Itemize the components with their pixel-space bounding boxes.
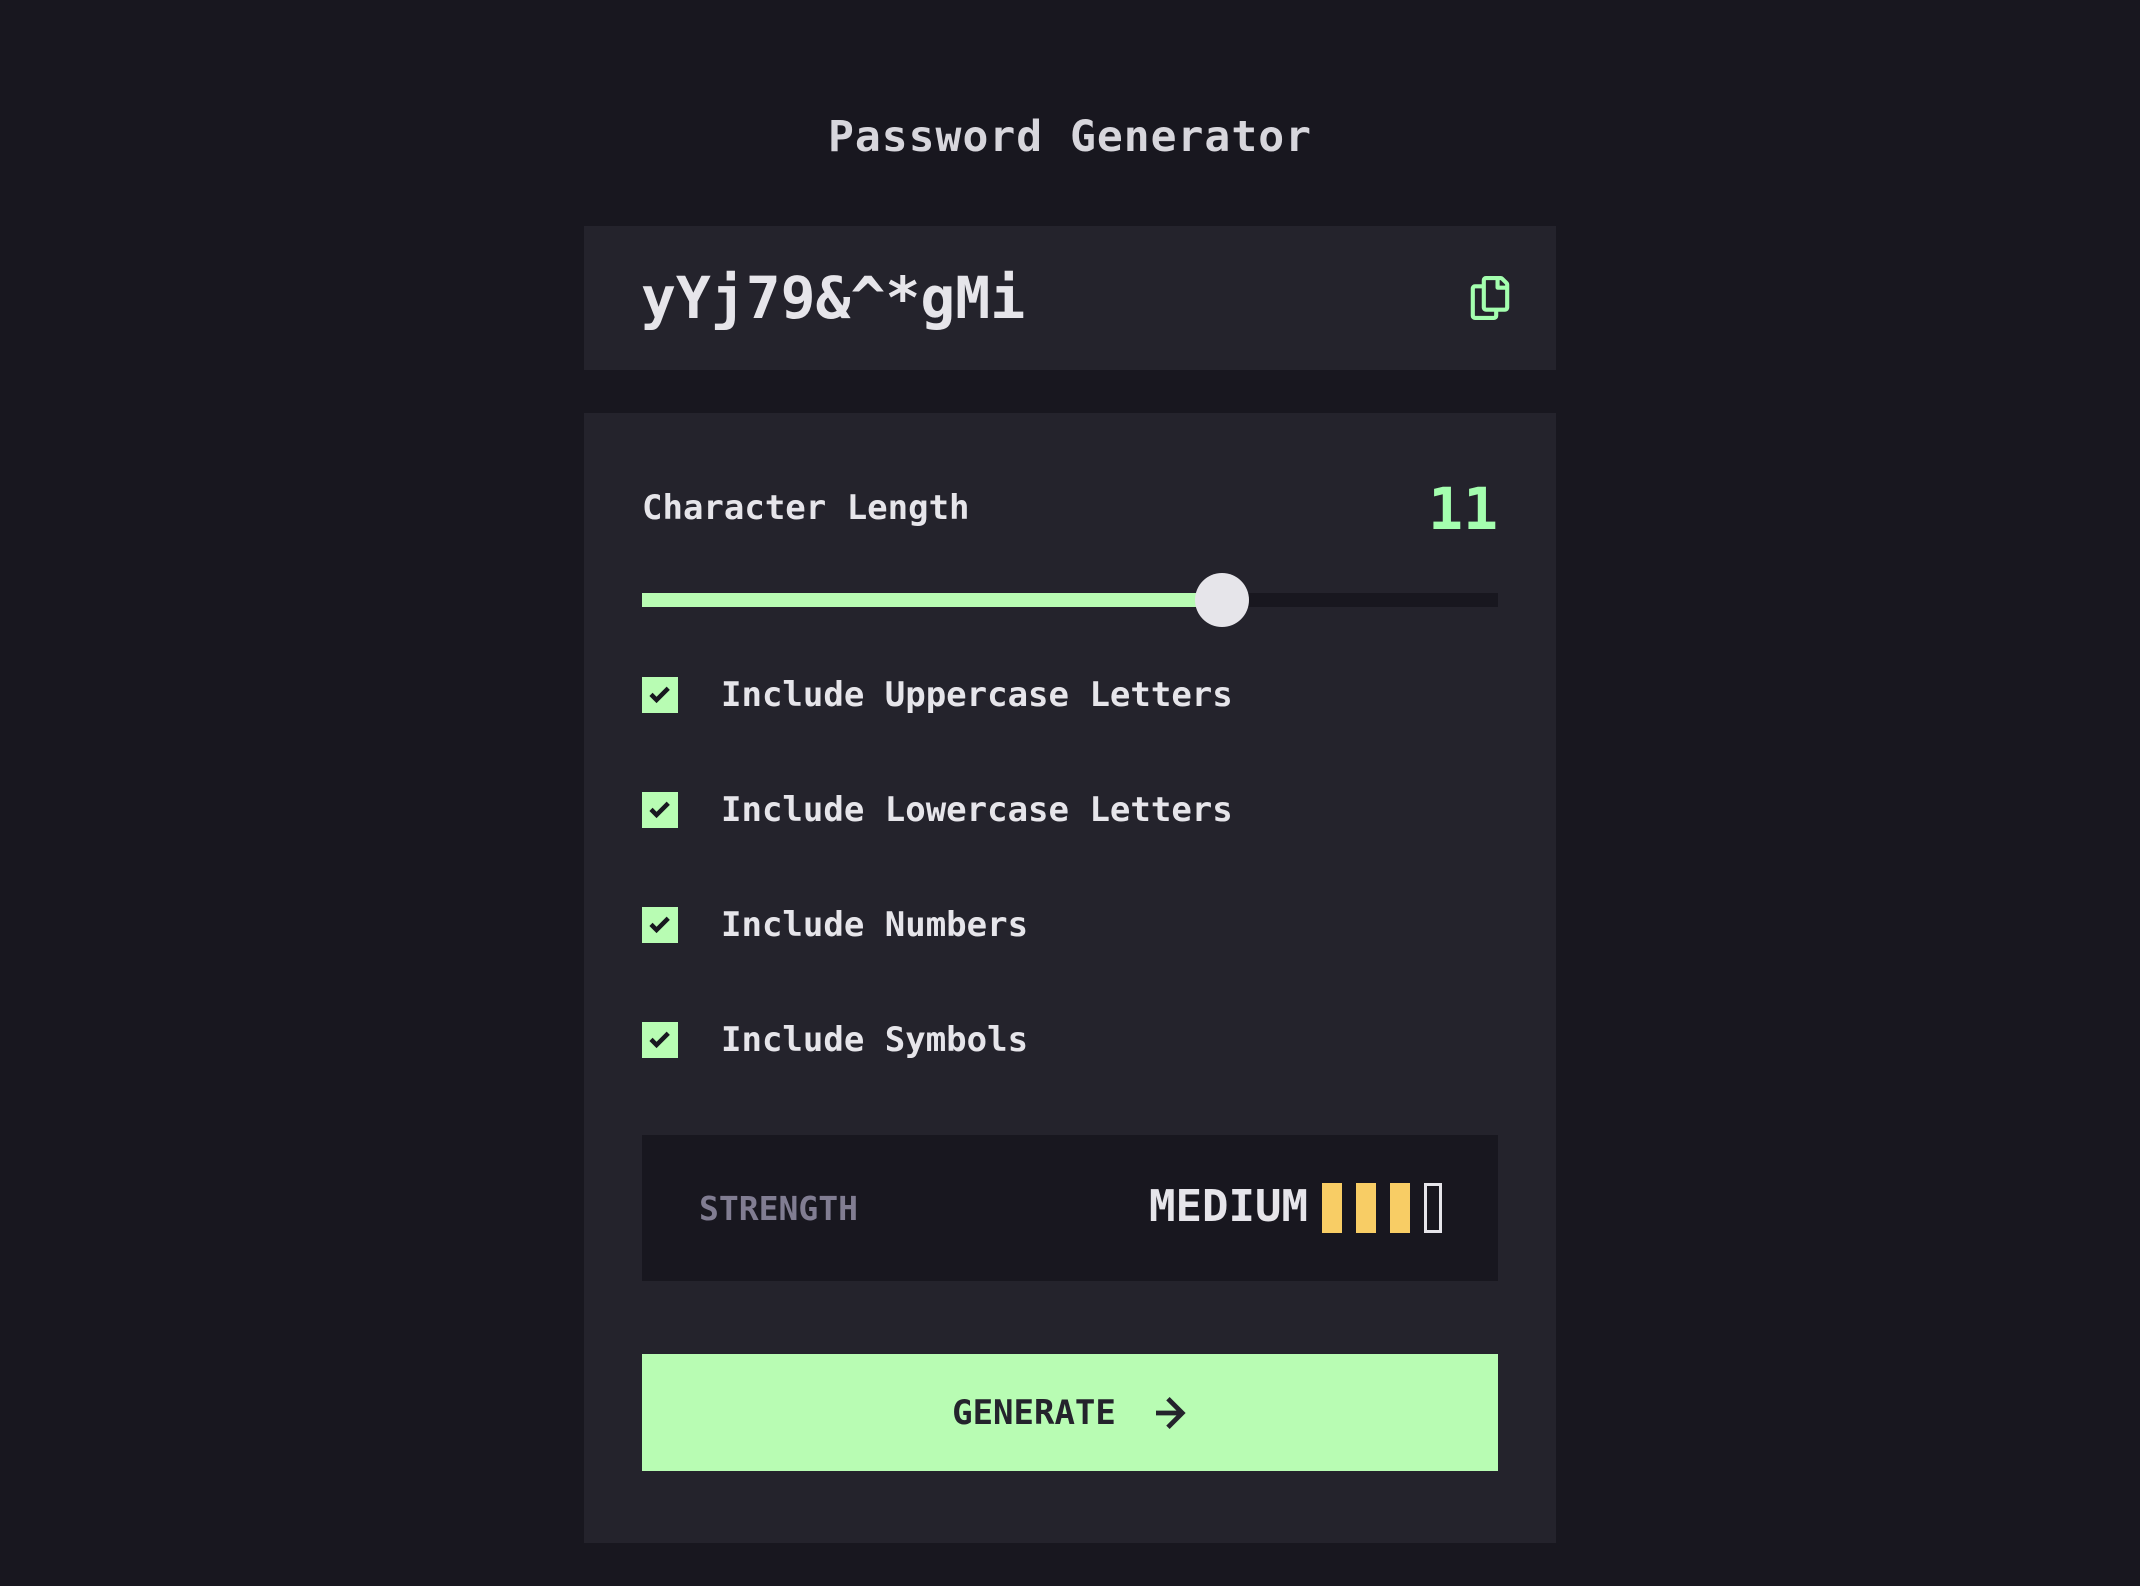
- check-icon: [649, 801, 670, 819]
- password-text: yYj79&^*gMi: [641, 264, 1026, 332]
- option-lowercase[interactable]: Include Lowercase Letters: [642, 790, 1233, 830]
- strength-bar: [1356, 1183, 1376, 1233]
- generate-label: GENERATE: [952, 1392, 1116, 1433]
- option-numbers[interactable]: Include Numbers: [642, 905, 1028, 945]
- checkbox-symbols[interactable]: [642, 1022, 678, 1058]
- strength-bar: [1322, 1183, 1342, 1233]
- slider-fill: [642, 593, 1222, 607]
- checkbox-lowercase[interactable]: [642, 792, 678, 828]
- slider-thumb[interactable]: [1194, 573, 1249, 627]
- option-label: Include Numbers: [721, 905, 1029, 945]
- option-label: Include Symbols: [721, 1020, 1029, 1060]
- option-label: Include Lowercase Letters: [721, 790, 1233, 830]
- generate-button[interactable]: GENERATE: [642, 1354, 1498, 1471]
- checkbox-numbers[interactable]: [642, 907, 678, 943]
- strength-level: MEDIUM: [1149, 1181, 1308, 1232]
- copy-button[interactable]: [1470, 276, 1510, 320]
- strength-panel: STRENGTH MEDIUM: [642, 1135, 1498, 1281]
- strength-bar: [1390, 1183, 1410, 1233]
- page-title: Password Generator: [828, 112, 1312, 162]
- option-label: Include Uppercase Letters: [721, 675, 1233, 715]
- copy-icon: [1470, 276, 1510, 320]
- length-value: 11: [1428, 475, 1498, 543]
- options-card: Character Length 11 Include Uppercase Le…: [584, 413, 1556, 1543]
- password-display: yYj79&^*gMi: [584, 226, 1556, 370]
- option-symbols[interactable]: Include Symbols: [642, 1020, 1028, 1060]
- arrow-right-icon: [1155, 1396, 1186, 1429]
- length-label: Character Length: [642, 488, 970, 528]
- strength-bar: [1424, 1183, 1442, 1233]
- checkbox-uppercase[interactable]: [642, 677, 678, 713]
- length-slider[interactable]: [642, 573, 1498, 627]
- check-icon: [649, 1031, 670, 1049]
- strength-bars: [1322, 1183, 1442, 1233]
- option-uppercase[interactable]: Include Uppercase Letters: [642, 675, 1233, 715]
- check-icon: [649, 916, 670, 934]
- strength-label: STRENGTH: [699, 1189, 858, 1228]
- check-icon: [649, 686, 670, 704]
